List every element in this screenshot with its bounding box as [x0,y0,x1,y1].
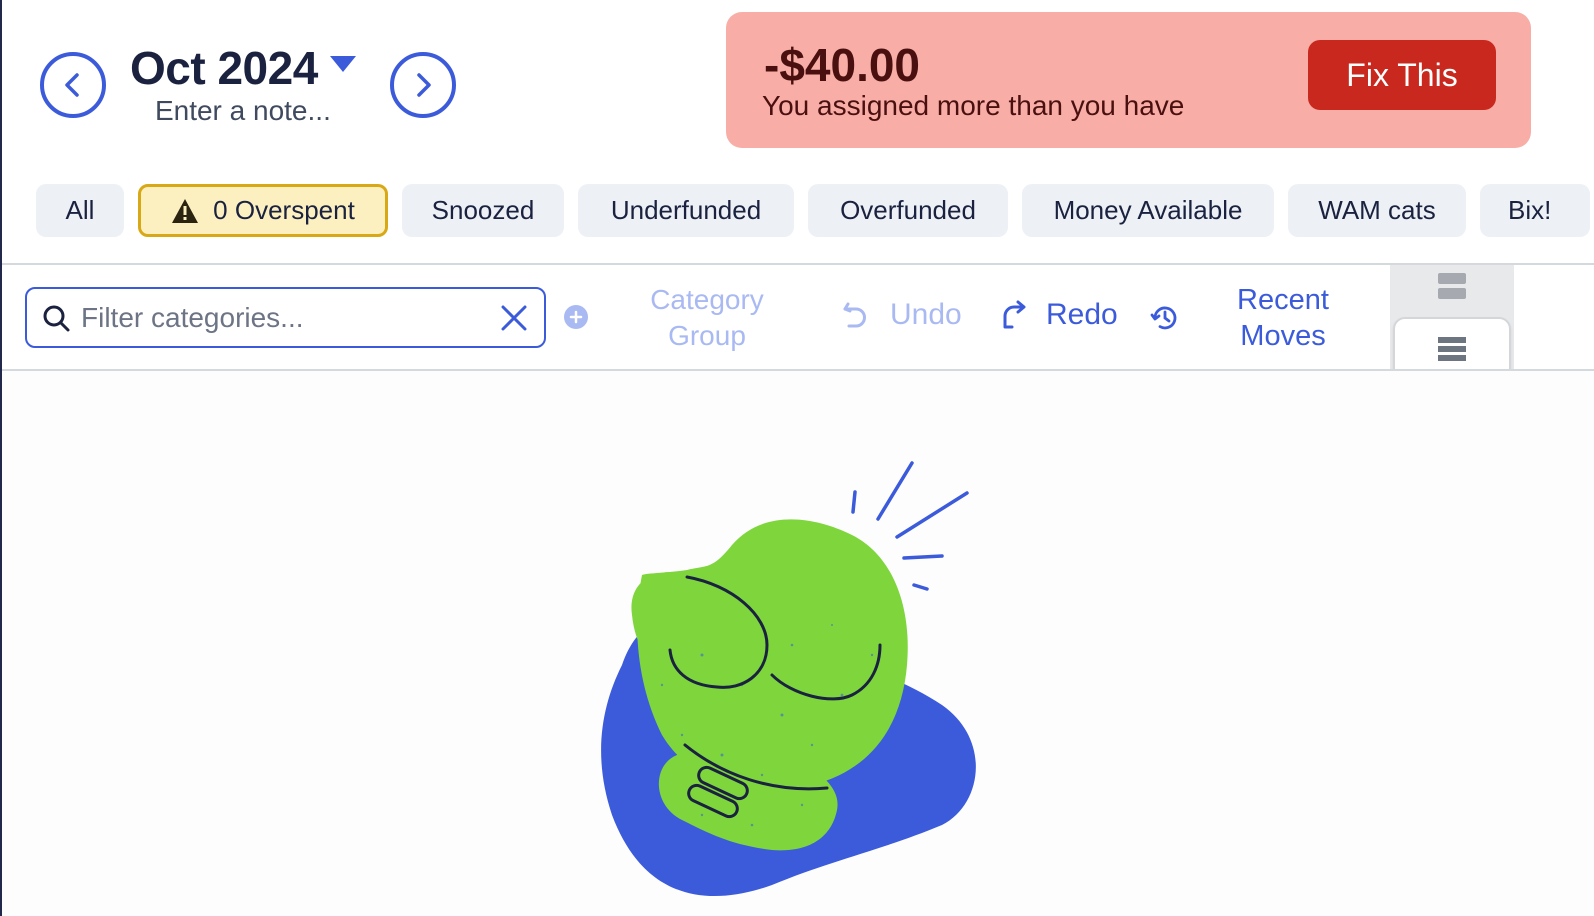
chip-label: All [65,195,95,225]
next-month-button[interactable] [389,52,456,118]
redo-button[interactable]: Redo [998,298,1118,332]
boxing-glove-illustration [601,461,976,897]
month-navigation: Oct 2024 Enter a note... [40,40,456,130]
month-title[interactable]: Oct 2024 [130,43,318,93]
redo-icon [1003,300,1026,329]
chip-label: 0 Overspent [213,195,355,225]
divider [2,263,1594,265]
chevron-left-icon [65,73,79,97]
add-category-group-button[interactable]: Category Group [632,282,782,354]
chip-label: Bix! [1508,195,1552,225]
chip-label: Money Available [1053,195,1243,225]
chip-label: Overfunded [840,195,976,225]
filter-categories-search [25,287,546,348]
chip-label: Underfunded [610,195,762,225]
filter-chip-money-available[interactable]: Money Available [1022,184,1274,237]
filter-chip-overfunded[interactable]: Overfunded [808,184,1008,237]
alert-message: You assigned more than you have [762,90,1185,121]
compact-view-icon[interactable] [1438,273,1466,301]
overassigned-alert: -$40.00 You assigned more than you have … [726,12,1531,148]
list-icon [1438,334,1466,364]
chip-label: WAM cats [1318,195,1436,225]
caret-down-icon[interactable] [329,56,356,72]
filter-chip-overspent[interactable]: 0 Overspent [138,184,388,237]
filter-chip-underfunded[interactable]: Underfunded [578,184,794,237]
search-input[interactable] [81,301,481,334]
filter-chip-wam-cats[interactable]: WAM cats [1288,184,1466,237]
warning-triangle-icon [172,198,199,223]
redo-label: Redo [1046,298,1118,331]
chevron-right-icon [417,73,431,97]
add-circle-icon[interactable] [564,305,588,329]
undo-icon [843,302,866,328]
alert-amount: -$40.00 [764,39,921,91]
history-icon[interactable] [1150,303,1180,333]
undo-label: Undo [890,298,962,331]
chip-label: Snoozed [431,195,535,225]
fix-this-button[interactable]: Fix This [1308,40,1496,110]
month-note-input[interactable]: Enter a note... [155,95,331,127]
filter-chips: All 0 Overspent Snoozed Underfunded Over… [36,184,1590,237]
filter-chip-all[interactable]: All [36,184,124,237]
previous-month-button[interactable] [40,52,106,118]
filter-chip-bix[interactable]: Bix! [1480,184,1590,237]
undo-button[interactable]: Undo [840,298,962,332]
search-icon [43,305,70,331]
recent-moves-button[interactable]: Recent Moves [1217,282,1349,354]
filter-chip-snoozed[interactable]: Snoozed [402,184,564,237]
month-selector: Oct 2024 Enter a note... [130,43,356,127]
close-icon[interactable] [500,304,528,332]
